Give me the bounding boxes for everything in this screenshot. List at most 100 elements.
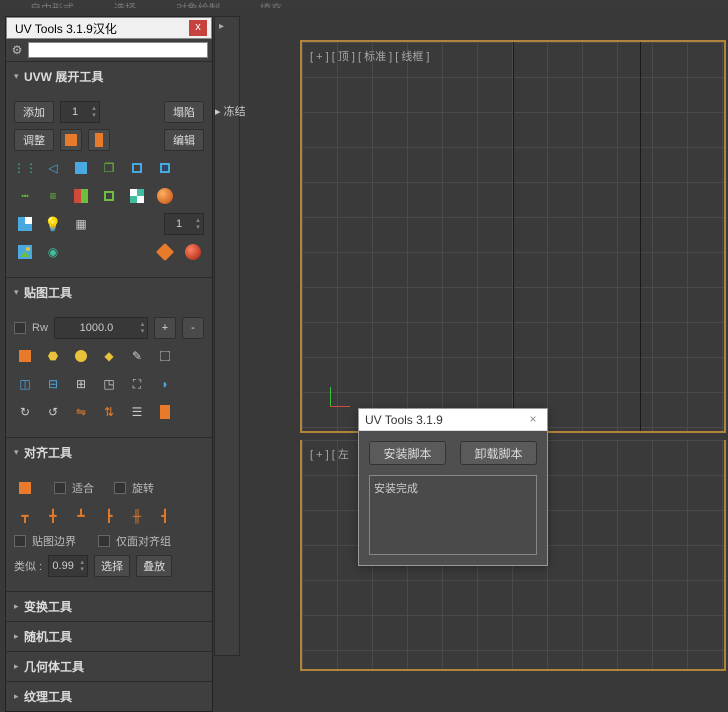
search-input[interactable] — [28, 42, 208, 58]
image-icon[interactable] — [14, 241, 36, 263]
select-button[interactable]: 选择 — [94, 555, 130, 577]
edit-button[interactable]: 编辑 — [164, 129, 204, 151]
gear-icon[interactable]: ⚙ — [10, 43, 24, 57]
sphere-map-icon[interactable] — [70, 345, 92, 367]
spinner-arrows-icon[interactable]: ▴▾ — [193, 217, 203, 231]
rotate-label: 旋转 — [132, 480, 154, 496]
corner-icon[interactable]: ◳ — [98, 373, 120, 395]
lines-icon[interactable]: ≡ — [42, 185, 64, 207]
orange-rect-icon[interactable] — [88, 129, 110, 151]
panel-titlebar[interactable]: UV Tools 3.1.9汉化 x — [6, 17, 212, 39]
section-header-geometry[interactable]: 几何体工具 — [6, 652, 212, 681]
chevron-right-icon — [14, 601, 24, 612]
add-button[interactable]: 添加 — [14, 101, 54, 123]
flip-h-icon[interactable]: ⇋ — [70, 401, 92, 423]
align-top-icon[interactable]: ┳ — [14, 505, 36, 527]
align-bot-icon[interactable]: ┻ — [70, 505, 92, 527]
onlygroup-checkbox[interactable] — [98, 535, 110, 547]
rotate-ccw-icon[interactable]: ↺ — [42, 401, 64, 423]
face-mode-icon[interactable] — [70, 157, 92, 179]
similar-spinner[interactable]: ▴▾ — [48, 555, 88, 577]
size-input[interactable] — [55, 319, 138, 337]
section-header-uvw[interactable]: UVW 展开工具 — [6, 62, 212, 91]
list-icon[interactable]: ☰ — [126, 401, 148, 423]
adjust-button[interactable]: 调整 — [14, 129, 54, 151]
flip-v-icon[interactable]: ⇅ — [98, 401, 120, 423]
target-icon[interactable] — [154, 345, 176, 367]
spinner-arrows-icon[interactable]: ▴▾ — [138, 321, 147, 335]
split-h-icon[interactable]: ◫ — [14, 373, 36, 395]
element-mode-icon[interactable]: ❐ — [98, 157, 120, 179]
fit-checkbox[interactable] — [54, 482, 66, 494]
chevron-right-icon[interactable]: ▸ — [215, 17, 239, 36]
blue-quad-icon[interactable] — [14, 213, 36, 235]
viewport-label[interactable]: [ + ] [ 左 — [310, 446, 349, 462]
green-box-icon[interactable] — [98, 185, 120, 207]
dash-icon[interactable]: ┅ — [14, 185, 36, 207]
align-center-icon[interactable]: ╫ — [126, 505, 148, 527]
box-map-icon[interactable]: ⬣ — [42, 345, 64, 367]
viewport-label[interactable]: [ + ] [ 顶 ] [ 标准 ] [ 线框 ] — [310, 48, 430, 64]
curve-icon[interactable]: ◗ — [154, 373, 176, 395]
orange-box-icon[interactable] — [154, 401, 176, 423]
layout-icon[interactable] — [14, 345, 36, 367]
add-count-input[interactable] — [61, 106, 89, 118]
minus-button[interactable]: - — [182, 317, 204, 339]
axis-line — [640, 42, 641, 431]
rotate-cw-icon[interactable]: ↻ — [14, 401, 36, 423]
menu-item[interactable]: 选择 — [114, 0, 136, 8]
install-button[interactable]: 安装脚本 — [369, 441, 446, 465]
count-input-2[interactable] — [165, 218, 193, 230]
grid-icon[interactable]: ▦ — [70, 213, 92, 235]
menu-item[interactable]: 对象绘制 — [176, 0, 220, 8]
section-header-align[interactable]: 对齐工具 — [6, 438, 212, 467]
section-header-random[interactable]: 随机工具 — [6, 622, 212, 651]
quad-icon[interactable]: ⊞ — [70, 373, 92, 395]
axis-line — [513, 42, 514, 431]
section-header-texture[interactable]: 纹理工具 — [6, 682, 212, 711]
sphere-orange-icon[interactable] — [154, 185, 176, 207]
diamond-icon[interactable]: ◆ — [98, 345, 120, 367]
align-right-icon[interactable]: ┫ — [154, 505, 176, 527]
dialog-titlebar[interactable]: UV Tools 3.1.9 × — [359, 409, 547, 431]
section-header-map[interactable]: 贴图工具 — [6, 278, 212, 307]
collapse-button[interactable]: 塌陷 — [164, 101, 204, 123]
menu-item[interactable]: 填充 — [260, 0, 282, 8]
bulb-icon[interactable]: 💡 — [42, 213, 64, 235]
orange-square-icon[interactable] — [60, 129, 82, 151]
sphere-red-icon[interactable] — [182, 241, 204, 263]
spinner-arrows-icon[interactable]: ▴▾ — [77, 559, 87, 573]
align-snap-icon[interactable] — [14, 477, 36, 499]
rotate-checkbox[interactable] — [114, 482, 126, 494]
menu-item[interactable]: 自由形式 — [30, 0, 74, 8]
border-mode-icon[interactable] — [126, 157, 148, 179]
stack-button[interactable]: 叠放 — [136, 555, 172, 577]
rw-checkbox[interactable] — [14, 322, 26, 334]
edge-mode-icon[interactable]: ◁ — [42, 157, 64, 179]
similar-input[interactable] — [49, 560, 77, 572]
close-icon[interactable]: × — [525, 412, 541, 428]
eyedropper-icon[interactable]: ✎ — [126, 345, 148, 367]
vertex-mode-icon[interactable]: ⋮⋮ — [14, 157, 36, 179]
add-count-spinner[interactable]: ▴▾ — [60, 101, 100, 123]
close-icon[interactable]: x — [189, 20, 207, 36]
viewport-top[interactable]: [ + ] [ 顶 ] [ 标准 ] [ 线框 ] — [300, 40, 726, 433]
split-icon[interactable] — [70, 185, 92, 207]
align-mid-icon[interactable]: ╋ — [42, 505, 64, 527]
align-left-icon[interactable]: ┣ — [98, 505, 120, 527]
uvborder-checkbox[interactable] — [14, 535, 26, 547]
focus-icon[interactable]: ⛶ — [126, 373, 148, 395]
count-spinner-2[interactable]: ▴▾ — [164, 213, 204, 235]
freeze-label[interactable]: ▸ 冻结 — [213, 101, 248, 121]
checker-icon[interactable] — [126, 185, 148, 207]
cube-orange-icon[interactable] — [154, 241, 176, 263]
plus-button[interactable]: + — [154, 317, 176, 339]
chevron-down-icon — [14, 447, 24, 458]
section-header-transform[interactable]: 变换工具 — [6, 592, 212, 621]
globe-icon[interactable]: ◉ — [42, 241, 64, 263]
poly-mode-icon[interactable] — [154, 157, 176, 179]
size-spinner[interactable]: ▴▾ — [54, 317, 148, 339]
split-v-icon[interactable]: ⊟ — [42, 373, 64, 395]
spinner-arrows-icon[interactable]: ▴▾ — [89, 105, 99, 119]
uninstall-button[interactable]: 卸载脚本 — [460, 441, 537, 465]
